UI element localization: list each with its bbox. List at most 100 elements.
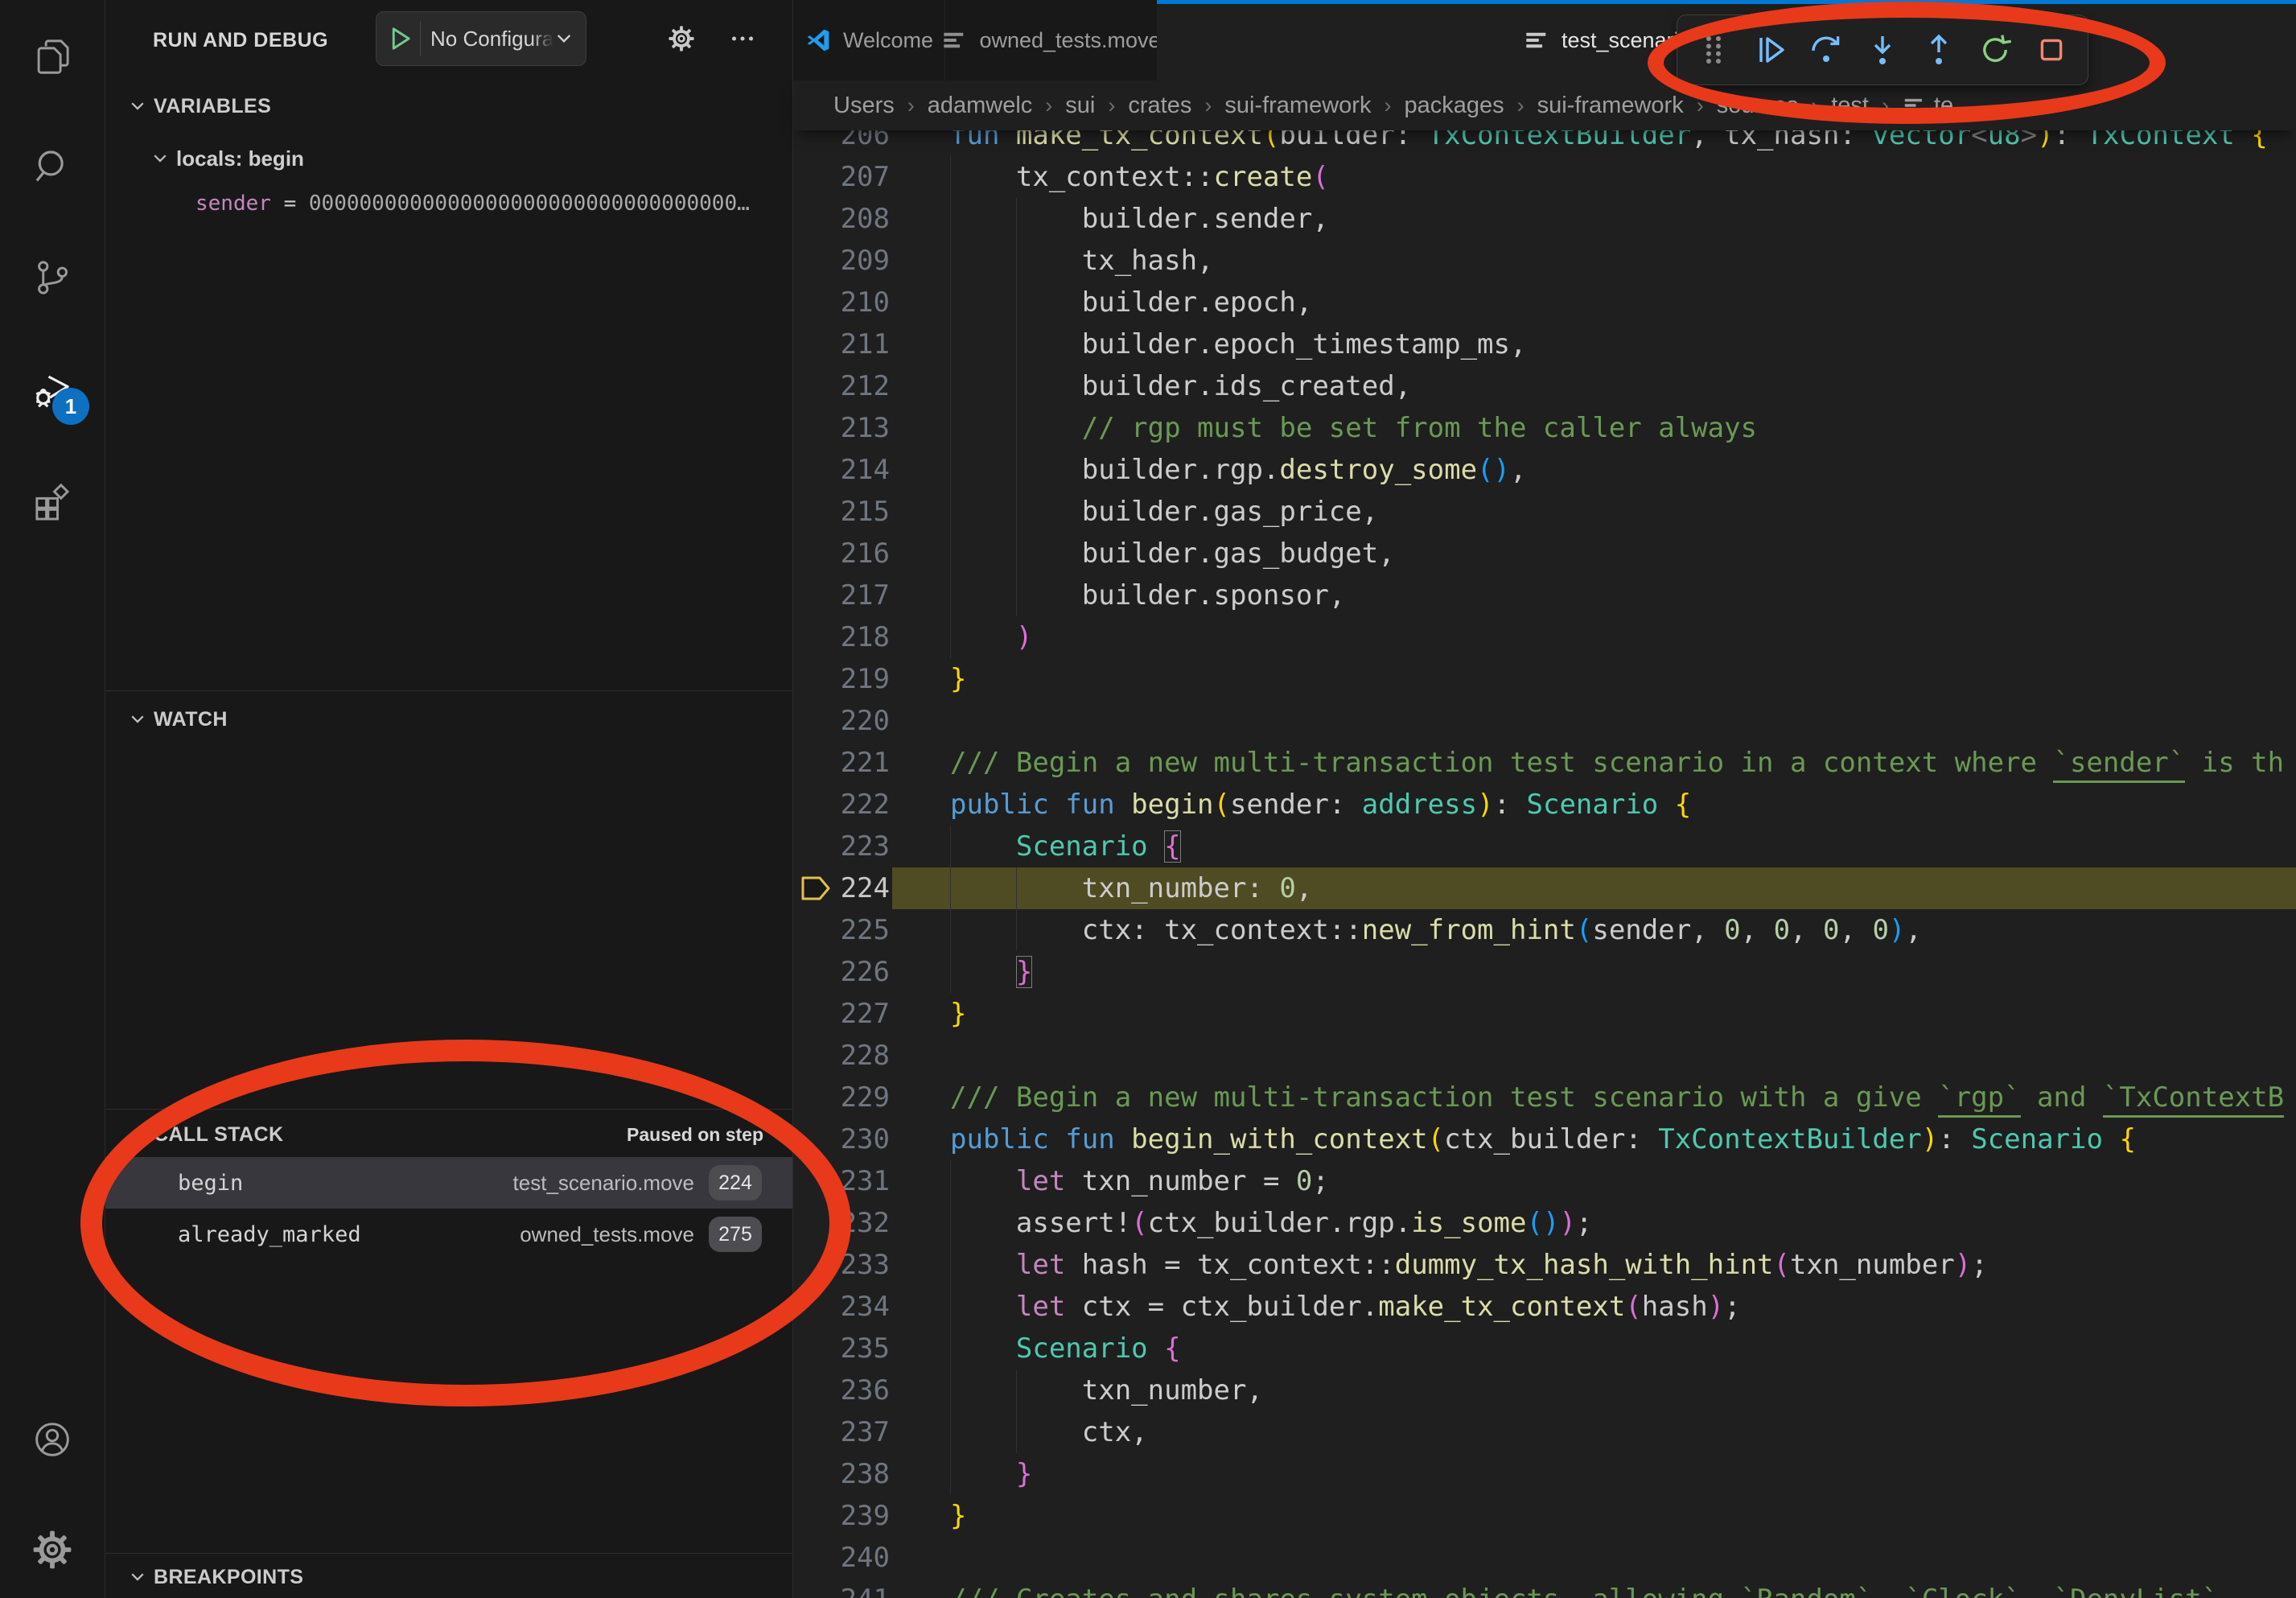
line-number[interactable]: 233 (793, 1244, 890, 1286)
code-line-224[interactable]: 224 txn_number: 0, (793, 867, 2296, 909)
code-line-217[interactable]: 217 builder.sponsor, (793, 575, 2296, 616)
line-number[interactable]: 231 (793, 1160, 890, 1202)
tab-owned_tests.move[interactable]: owned_tests.move (944, 0, 1158, 80)
play-icon[interactable] (385, 24, 414, 53)
line-number[interactable]: 235 (793, 1328, 890, 1369)
code-line-239[interactable]: 239} (793, 1495, 2296, 1537)
restart-button[interactable] (1967, 22, 2023, 78)
activity-bar-item-run-and-debug[interactable]: 1 (31, 369, 74, 412)
line-number[interactable]: 217 (793, 575, 890, 616)
line-number[interactable]: 210 (793, 282, 890, 323)
call-stack-frame-already_marked[interactable]: already_markedowned_tests.move275 (105, 1209, 792, 1260)
code-line-236[interactable]: 236 txn_number, (793, 1369, 2296, 1411)
code-line-231[interactable]: 231 let txn_number = 0; (793, 1160, 2296, 1202)
line-number[interactable]: 208 (793, 198, 890, 240)
breakpoints-section-header[interactable]: BREAKPOINTS (105, 1556, 792, 1598)
code-line-228[interactable]: 228 (793, 1035, 2296, 1077)
line-number[interactable]: 221 (793, 742, 890, 784)
breadcrumb-item-adamwelc[interactable]: adamwelc (928, 93, 1033, 119)
variable-row[interactable]: sender = 0000000000000000000000000000000… (105, 182, 792, 225)
breadcrumb-item-sui[interactable]: sui (1065, 93, 1095, 119)
line-number[interactable]: 212 (793, 365, 890, 407)
code-line-240[interactable]: 240 (793, 1537, 2296, 1579)
variables-scope-row[interactable]: locals: begin (105, 137, 792, 180)
code-line-238[interactable]: 238 } (793, 1453, 2296, 1495)
code-line-210[interactable]: 210 builder.epoch, (793, 282, 2296, 323)
line-number[interactable]: 214 (793, 449, 890, 491)
line-number[interactable]: 226 (793, 951, 890, 993)
activity-bar-item-search[interactable] (31, 145, 74, 188)
code-line-211[interactable]: 211 builder.epoch_timestamp_ms, (793, 323, 2296, 365)
watch-section-header[interactable]: WATCH (105, 694, 792, 745)
code-line-223[interactable]: 223 Scenario { (793, 826, 2296, 867)
variables-section-header[interactable]: VARIABLES (105, 80, 792, 132)
line-number[interactable]: 218 (793, 616, 890, 658)
code-line-209[interactable]: 209 tx_hash, (793, 240, 2296, 282)
code-line-226[interactable]: 226 } (793, 951, 2296, 993)
code-line-218[interactable]: 218 ) (793, 616, 2296, 658)
code-line-220[interactable]: 220 (793, 700, 2296, 742)
activity-bar-item-source-control[interactable] (31, 256, 74, 299)
activity-bar-item-accounts[interactable] (31, 1418, 74, 1461)
line-number[interactable]: 220 (793, 700, 890, 742)
tab-Welcome[interactable]: Welcome (793, 0, 945, 80)
line-number[interactable]: 209 (793, 240, 890, 282)
step-out-button[interactable] (1911, 22, 1967, 78)
step-over-button[interactable] (1798, 22, 1854, 78)
breadcrumb-item-file[interactable]: te (1902, 93, 1953, 119)
code-line-234[interactable]: 234 let ctx = ctx_builder.make_tx_contex… (793, 1286, 2296, 1328)
continue-button[interactable] (1742, 22, 1798, 78)
breadcrumb-item-crates[interactable]: crates (1128, 93, 1191, 119)
line-number[interactable]: 227 (793, 993, 890, 1035)
line-number[interactable]: 213 (793, 407, 890, 449)
code-line-207[interactable]: 207 tx_context::create( (793, 156, 2296, 198)
code-line-235[interactable]: 235 Scenario { (793, 1328, 2296, 1369)
line-number[interactable]: 239 (793, 1495, 890, 1537)
line-number[interactable]: 219 (793, 658, 890, 700)
code-line-232[interactable]: 232 assert!(ctx_builder.rgp.is_some()); (793, 1202, 2296, 1244)
breadcrumb-item-sui-framework[interactable]: sui-framework (1537, 93, 1684, 119)
line-number[interactable]: 241 (793, 1579, 890, 1598)
breadcrumb-item-packages[interactable]: packages (1404, 93, 1504, 119)
line-number[interactable]: 234 (793, 1286, 890, 1328)
activity-bar-item-manage[interactable] (31, 1528, 74, 1571)
call-stack-frame-begin[interactable]: begintest_scenario.move224 (105, 1157, 792, 1209)
stop-button[interactable] (2023, 22, 2080, 78)
code-line-222[interactable]: 222public fun begin(sender: address): Sc… (793, 784, 2296, 826)
line-number[interactable]: 228 (793, 1035, 890, 1077)
code-line-229[interactable]: 229/// Begin a new multi-transaction tes… (793, 1077, 2296, 1118)
code-line-219[interactable]: 219} (793, 658, 2296, 700)
line-number[interactable]: 230 (793, 1118, 890, 1160)
activity-bar-item-extensions[interactable] (31, 481, 74, 525)
code-editor[interactable]: 206fun make_tx_context(builder: TxContex… (793, 114, 2296, 1598)
line-number[interactable]: 216 (793, 533, 890, 575)
step-into-button[interactable] (1854, 22, 1911, 78)
code-line-208[interactable]: 208 builder.sender, (793, 198, 2296, 240)
ellipsis-icon[interactable] (728, 24, 757, 53)
code-line-227[interactable]: 227} (793, 993, 2296, 1035)
line-number[interactable]: 236 (793, 1369, 890, 1411)
activity-bar-item-explorer[interactable] (31, 35, 74, 78)
line-number[interactable]: 229 (793, 1077, 890, 1118)
breadcrumb-item-sui-framework[interactable]: sui-framework (1224, 93, 1371, 119)
line-number[interactable]: 240 (793, 1537, 890, 1579)
code-line-233[interactable]: 233 let hash = tx_context::dummy_tx_hash… (793, 1244, 2296, 1286)
call-stack-section-header[interactable]: CALL STACK Paused on step (105, 1112, 792, 1157)
code-line-237[interactable]: 237 ctx, (793, 1411, 2296, 1453)
gear-icon[interactable] (667, 24, 696, 53)
line-number[interactable]: 237 (793, 1411, 890, 1453)
code-line-215[interactable]: 215 builder.gas_price, (793, 491, 2296, 533)
line-number[interactable]: 223 (793, 826, 890, 867)
code-line-230[interactable]: 230public fun begin_with_context(ctx_bui… (793, 1118, 2296, 1160)
line-number[interactable]: 222 (793, 784, 890, 826)
code-line-241[interactable]: 241/// Creates and shares system objects… (793, 1579, 2296, 1598)
breadcrumb-item-sources[interactable]: sources (1717, 93, 1799, 119)
line-number[interactable]: 238 (793, 1453, 890, 1495)
code-line-213[interactable]: 213 // rgp must be set from the caller a… (793, 407, 2296, 449)
line-number[interactable]: 225 (793, 909, 890, 951)
debug-configuration-dropdown[interactable]: No Configura (376, 11, 586, 66)
line-number[interactable]: 215 (793, 491, 890, 533)
code-line-225[interactable]: 225 ctx: tx_context::new_from_hint(sende… (793, 909, 2296, 951)
line-number[interactable]: 211 (793, 323, 890, 365)
code-line-216[interactable]: 216 builder.gas_budget, (793, 533, 2296, 575)
